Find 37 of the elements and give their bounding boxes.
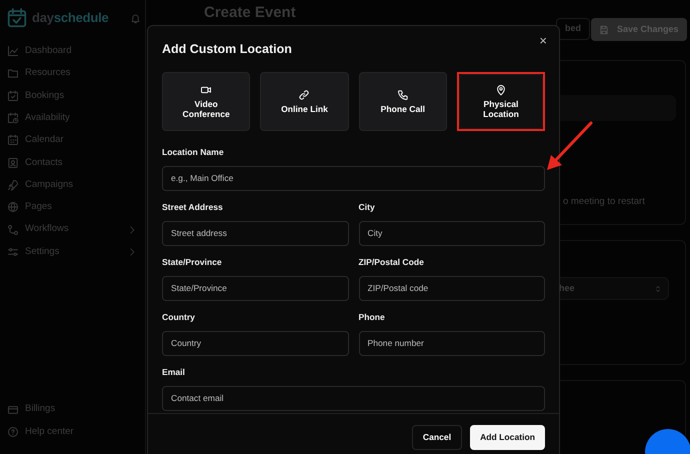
location-type-option[interactable]: Video Conference bbox=[162, 72, 250, 131]
field-label: Email bbox=[162, 368, 185, 378]
close-button[interactable]: × bbox=[537, 34, 549, 47]
input-field[interactable]: Country bbox=[162, 330, 348, 356]
input-field[interactable]: e.g., Main Office bbox=[162, 166, 545, 191]
location-type-option[interactable]: Physical Location bbox=[458, 74, 543, 129]
field-label: Street Address bbox=[162, 202, 223, 212]
sidebar-item[interactable]: Contacts bbox=[25, 156, 62, 168]
sidebar-item[interactable]: Dashboard bbox=[25, 45, 72, 56]
input-field[interactable]: City bbox=[358, 220, 545, 246]
field-label: State/Province bbox=[162, 258, 222, 268]
dialog-title: Add Custom Location bbox=[162, 43, 292, 57]
field-label: ZIP/Postal Code bbox=[358, 258, 424, 268]
location-type-option[interactable]: Phone Call bbox=[358, 72, 447, 131]
location-type-option[interactable]: Online Link bbox=[260, 72, 349, 131]
sidebar-item[interactable]: Help center bbox=[25, 426, 74, 437]
input-field[interactable]: ZIP/Postal code bbox=[358, 276, 545, 301]
field-label: City bbox=[358, 202, 375, 212]
sidebar-item[interactable]: Availability bbox=[25, 112, 70, 123]
field-label: Location Name bbox=[162, 148, 224, 158]
sidebar-item[interactable]: Campaigns bbox=[25, 178, 74, 190]
input-field[interactable]: Street address bbox=[162, 220, 348, 246]
input-field[interactable]: State/Province bbox=[162, 276, 348, 301]
sidebar-item[interactable]: Calendar bbox=[25, 134, 64, 146]
input-field[interactable]: Phone number bbox=[358, 330, 545, 356]
field-label: Phone bbox=[358, 312, 385, 322]
sidebar-item[interactable]: Pages bbox=[25, 201, 52, 212]
sidebar-item[interactable]: Bookings bbox=[25, 90, 64, 101]
sidebar-item[interactable]: Workflows bbox=[25, 223, 69, 234]
sidebar-item[interactable]: Settings bbox=[25, 246, 60, 257]
notice-text: o meeting to restart bbox=[563, 195, 645, 209]
input-field[interactable]: Contact email bbox=[162, 386, 545, 411]
cancel-button[interactable]: Cancel bbox=[412, 425, 462, 450]
add-location-button[interactable]: Add Location bbox=[470, 425, 545, 450]
sidebar-item[interactable]: Billings bbox=[25, 403, 56, 414]
field-label: Country bbox=[162, 312, 195, 322]
sidebar-item[interactable]: Resources bbox=[25, 67, 70, 78]
